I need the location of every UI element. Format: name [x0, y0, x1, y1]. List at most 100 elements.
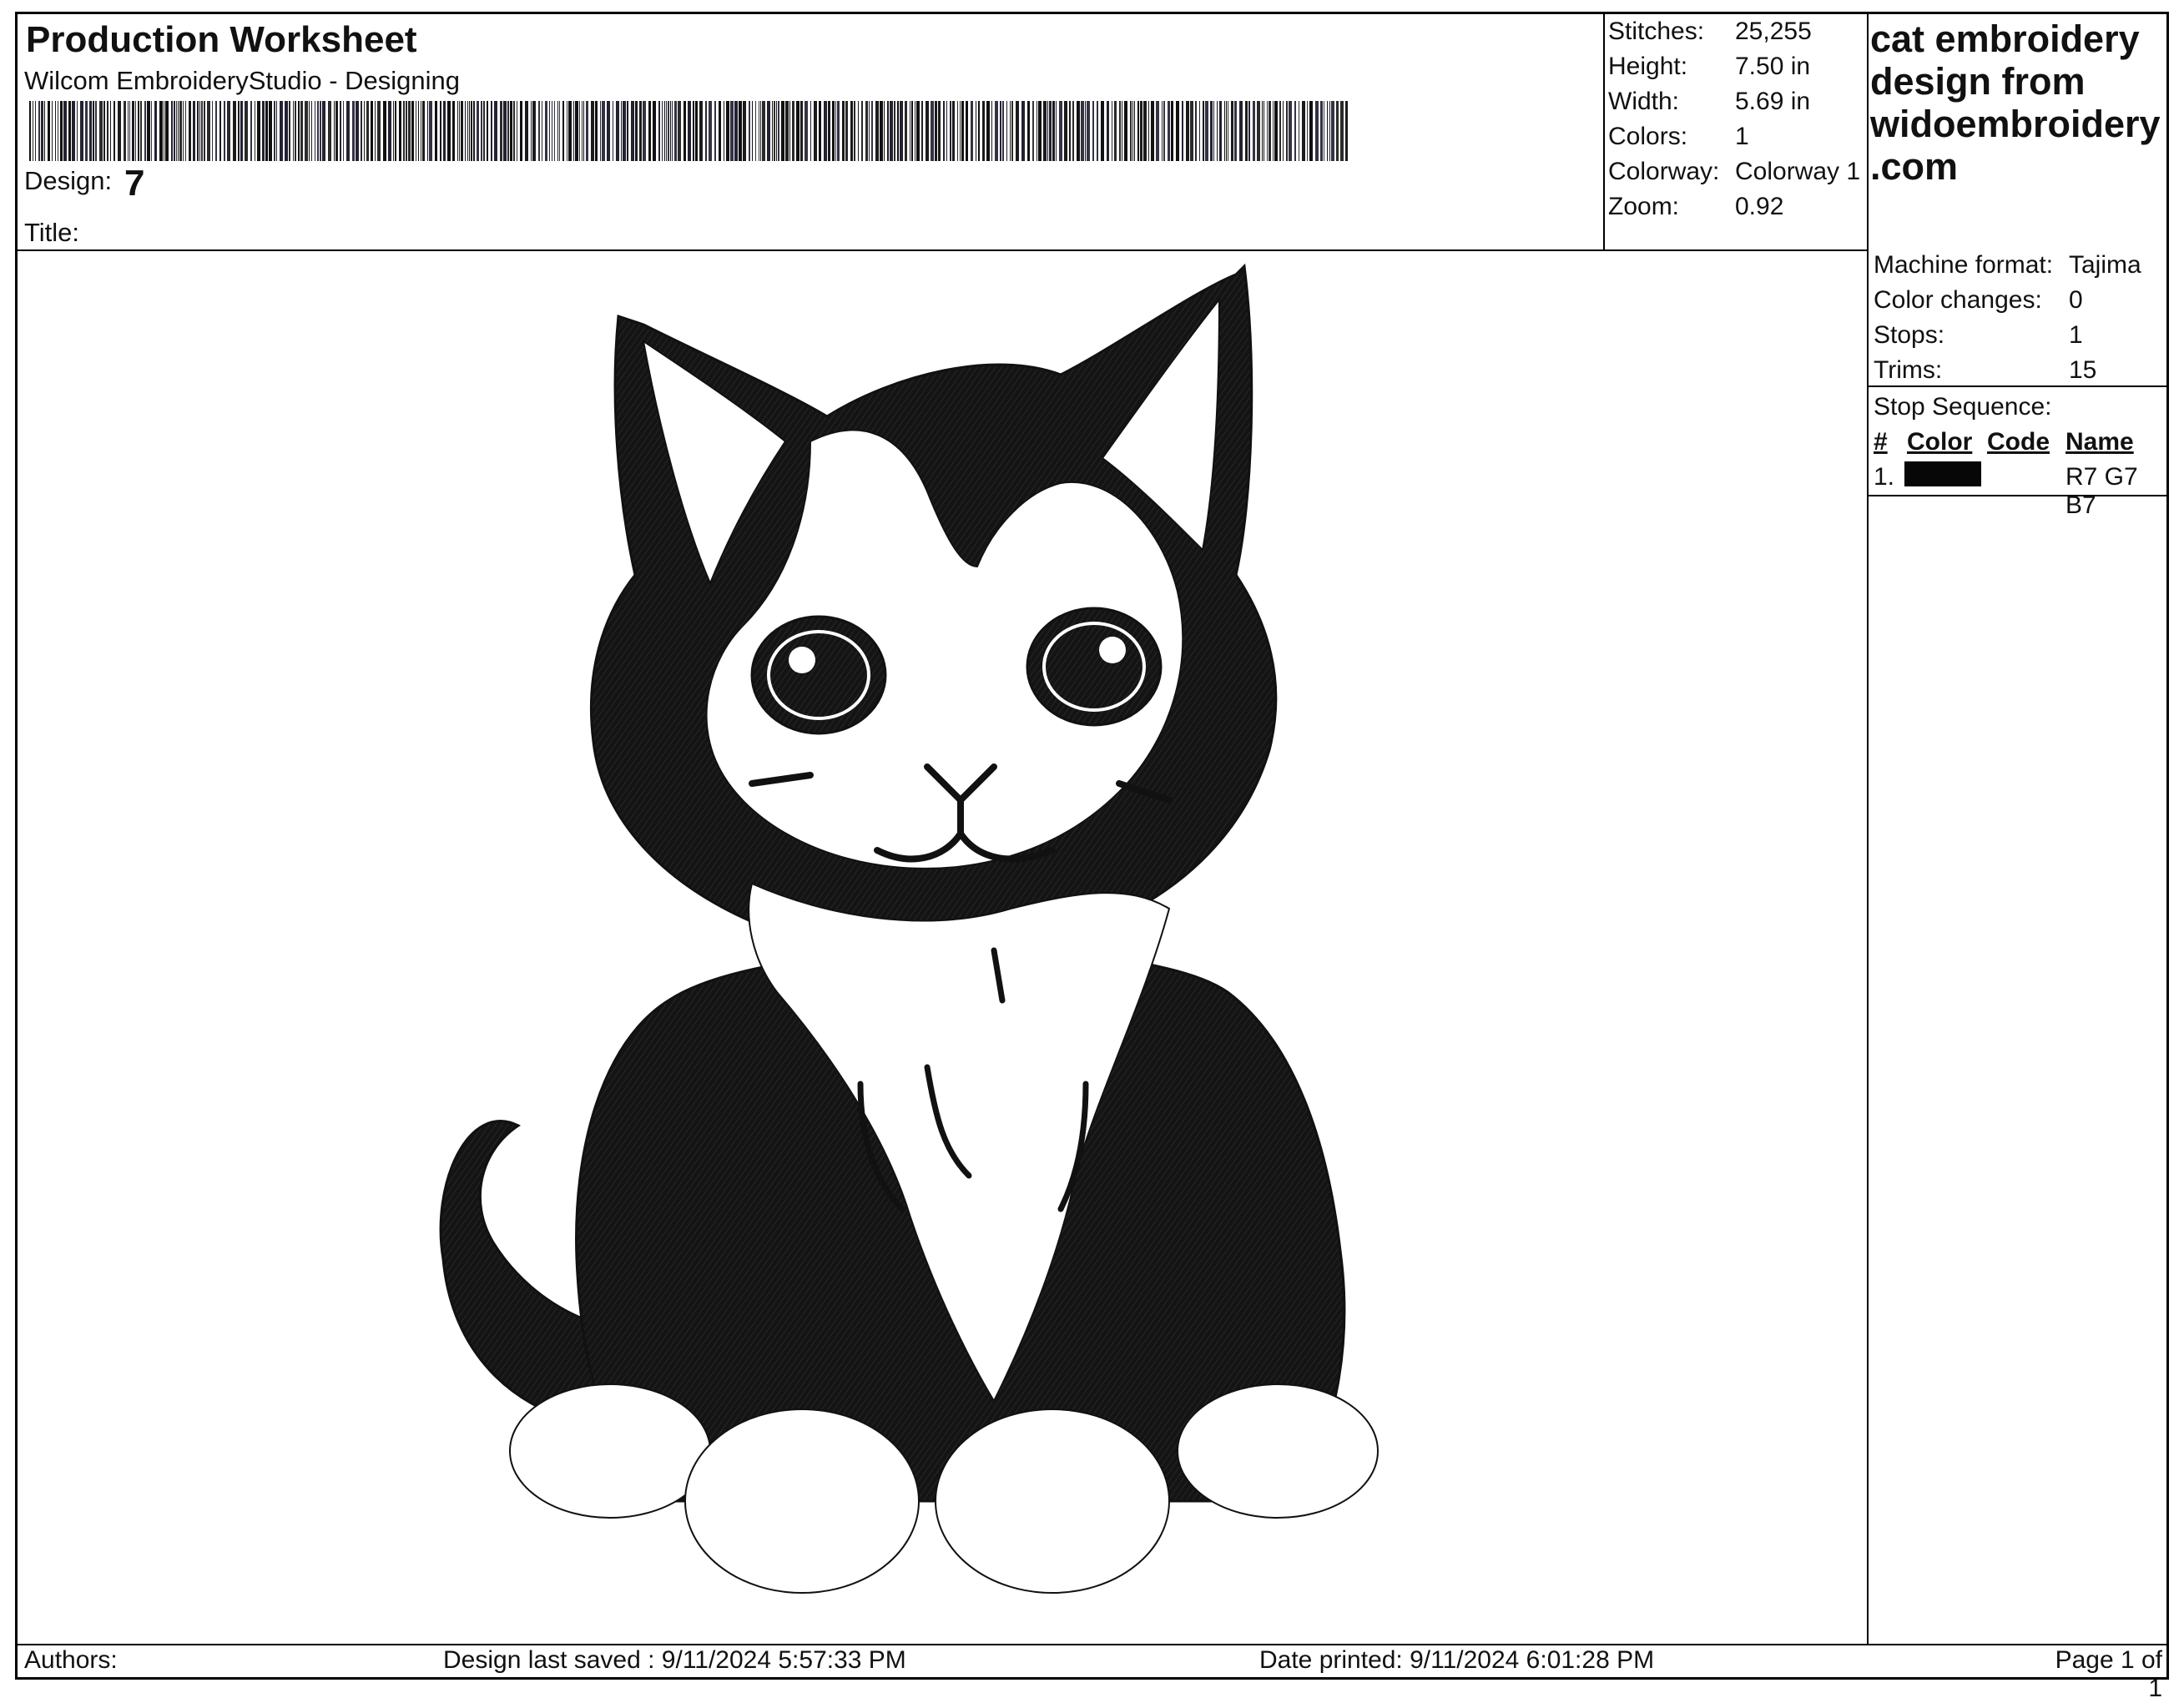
stat-value-colorway: Colorway 1 [1735, 158, 1861, 185]
barcode-bar [507, 101, 509, 161]
stat-label-colorway: Colorway: [1608, 158, 1720, 185]
barcode-bar [1263, 101, 1264, 161]
stat-value-width: 5.69 in [1735, 88, 1811, 115]
barcode-bar [875, 101, 879, 161]
barcode-bar [842, 101, 845, 161]
barcode-bar [743, 101, 746, 161]
barcode-bar [212, 101, 213, 161]
barcode-bar [377, 101, 381, 161]
barcode-bar [103, 101, 105, 161]
barcode-bar [147, 101, 150, 161]
cat-eye-right [1026, 607, 1163, 727]
stops-label: Stops: [1874, 321, 1945, 349]
barcode-bar [1038, 101, 1042, 161]
barcode-bar [880, 101, 883, 161]
barcode-bar [95, 101, 97, 161]
barcode-bar [957, 101, 958, 161]
barcode-bar [726, 101, 729, 161]
barcode-bar [99, 101, 103, 161]
barcode-bar [662, 101, 663, 161]
barcode-bar [1307, 101, 1308, 161]
cat-paw-front-left [684, 1408, 920, 1594]
barcode-bar [1143, 101, 1147, 161]
barcode-bar [1327, 101, 1328, 161]
barcode-bar [1043, 101, 1047, 161]
barcode-bar [60, 101, 63, 161]
barcode-bar [1231, 101, 1233, 161]
barcode-bar [1205, 101, 1208, 161]
divider-machine-bottom [1867, 385, 2167, 387]
barcode-bar [443, 101, 446, 161]
barcode-bar [1137, 101, 1139, 161]
barcode-bar [1217, 101, 1218, 161]
stops-value: 1 [2069, 321, 2083, 349]
barcode-bar [473, 101, 475, 161]
barcode-bar [300, 101, 303, 161]
barcode-bar [1000, 101, 1001, 161]
barcode-bar [890, 101, 893, 161]
barcode-bar [113, 101, 115, 161]
barcode-bar [1190, 101, 1193, 161]
barcode-bar [132, 101, 134, 161]
barcode-bar [467, 101, 468, 161]
barcode-bar [250, 101, 252, 161]
stop-sequence-col-num: # [1874, 428, 1888, 456]
barcode-bar [950, 101, 951, 161]
barcode-bar [894, 101, 895, 161]
barcode-bar [262, 101, 265, 161]
barcode-bar [986, 101, 990, 161]
barcode-bar [298, 101, 300, 161]
barcode-bar [1203, 101, 1204, 161]
trims-value: 15 [2069, 356, 2097, 384]
barcode-bar [835, 101, 836, 161]
barcode-bar [1224, 101, 1225, 161]
barcode-bar [346, 101, 350, 161]
barcode-bar [582, 101, 583, 161]
machine-format-label: Machine format: [1874, 251, 2054, 279]
barcode-bar [1114, 101, 1117, 161]
barcode-bar [714, 101, 716, 161]
barcode-bar [616, 101, 619, 161]
barcode-bar [48, 101, 50, 161]
stat-value-stitches: 25,255 [1735, 18, 1812, 45]
barcode-bar [77, 101, 78, 161]
barcode-bar [1245, 101, 1248, 161]
barcode-bar [429, 101, 432, 161]
barcode-bar [183, 101, 184, 161]
cat-eye-left [750, 615, 887, 735]
barcode [29, 101, 1348, 161]
barcode-bar [1213, 101, 1214, 161]
barcode-bar [219, 101, 221, 161]
barcode-bar [1239, 101, 1243, 161]
barcode-bar [240, 101, 243, 161]
barcode-bar [383, 101, 386, 161]
barcode-bar [245, 101, 248, 161]
barcode-bar [29, 101, 31, 161]
barcode-bar [824, 101, 827, 161]
barcode-bar [89, 101, 92, 161]
barcode-bar [418, 101, 419, 161]
design-label: Design: [24, 166, 113, 195]
barcode-bar [583, 101, 584, 161]
barcode-bar [356, 101, 359, 161]
barcode-bar [643, 101, 646, 161]
barcode-bar [693, 101, 694, 161]
barcode-bar [1006, 101, 1007, 161]
barcode-bar [966, 101, 968, 161]
footer-last-saved: Design last saved : 9/11/2024 5:57:33 PM [443, 1646, 906, 1674]
barcode-bar [471, 101, 472, 161]
barcode-bar [503, 101, 507, 161]
barcode-bar [457, 101, 458, 161]
barcode-bar [1279, 101, 1281, 161]
barcode-bar [699, 101, 703, 161]
barcode-bar [678, 101, 681, 161]
barcode-bar [265, 101, 268, 161]
barcode-bar [621, 101, 622, 161]
barcode-bar [44, 101, 45, 161]
barcode-bar [276, 101, 277, 161]
barcode-bar [752, 101, 753, 161]
barcode-bar [982, 101, 985, 161]
barcode-bar [1329, 101, 1330, 161]
barcode-bar [403, 101, 405, 161]
barcode-bar [668, 101, 669, 161]
